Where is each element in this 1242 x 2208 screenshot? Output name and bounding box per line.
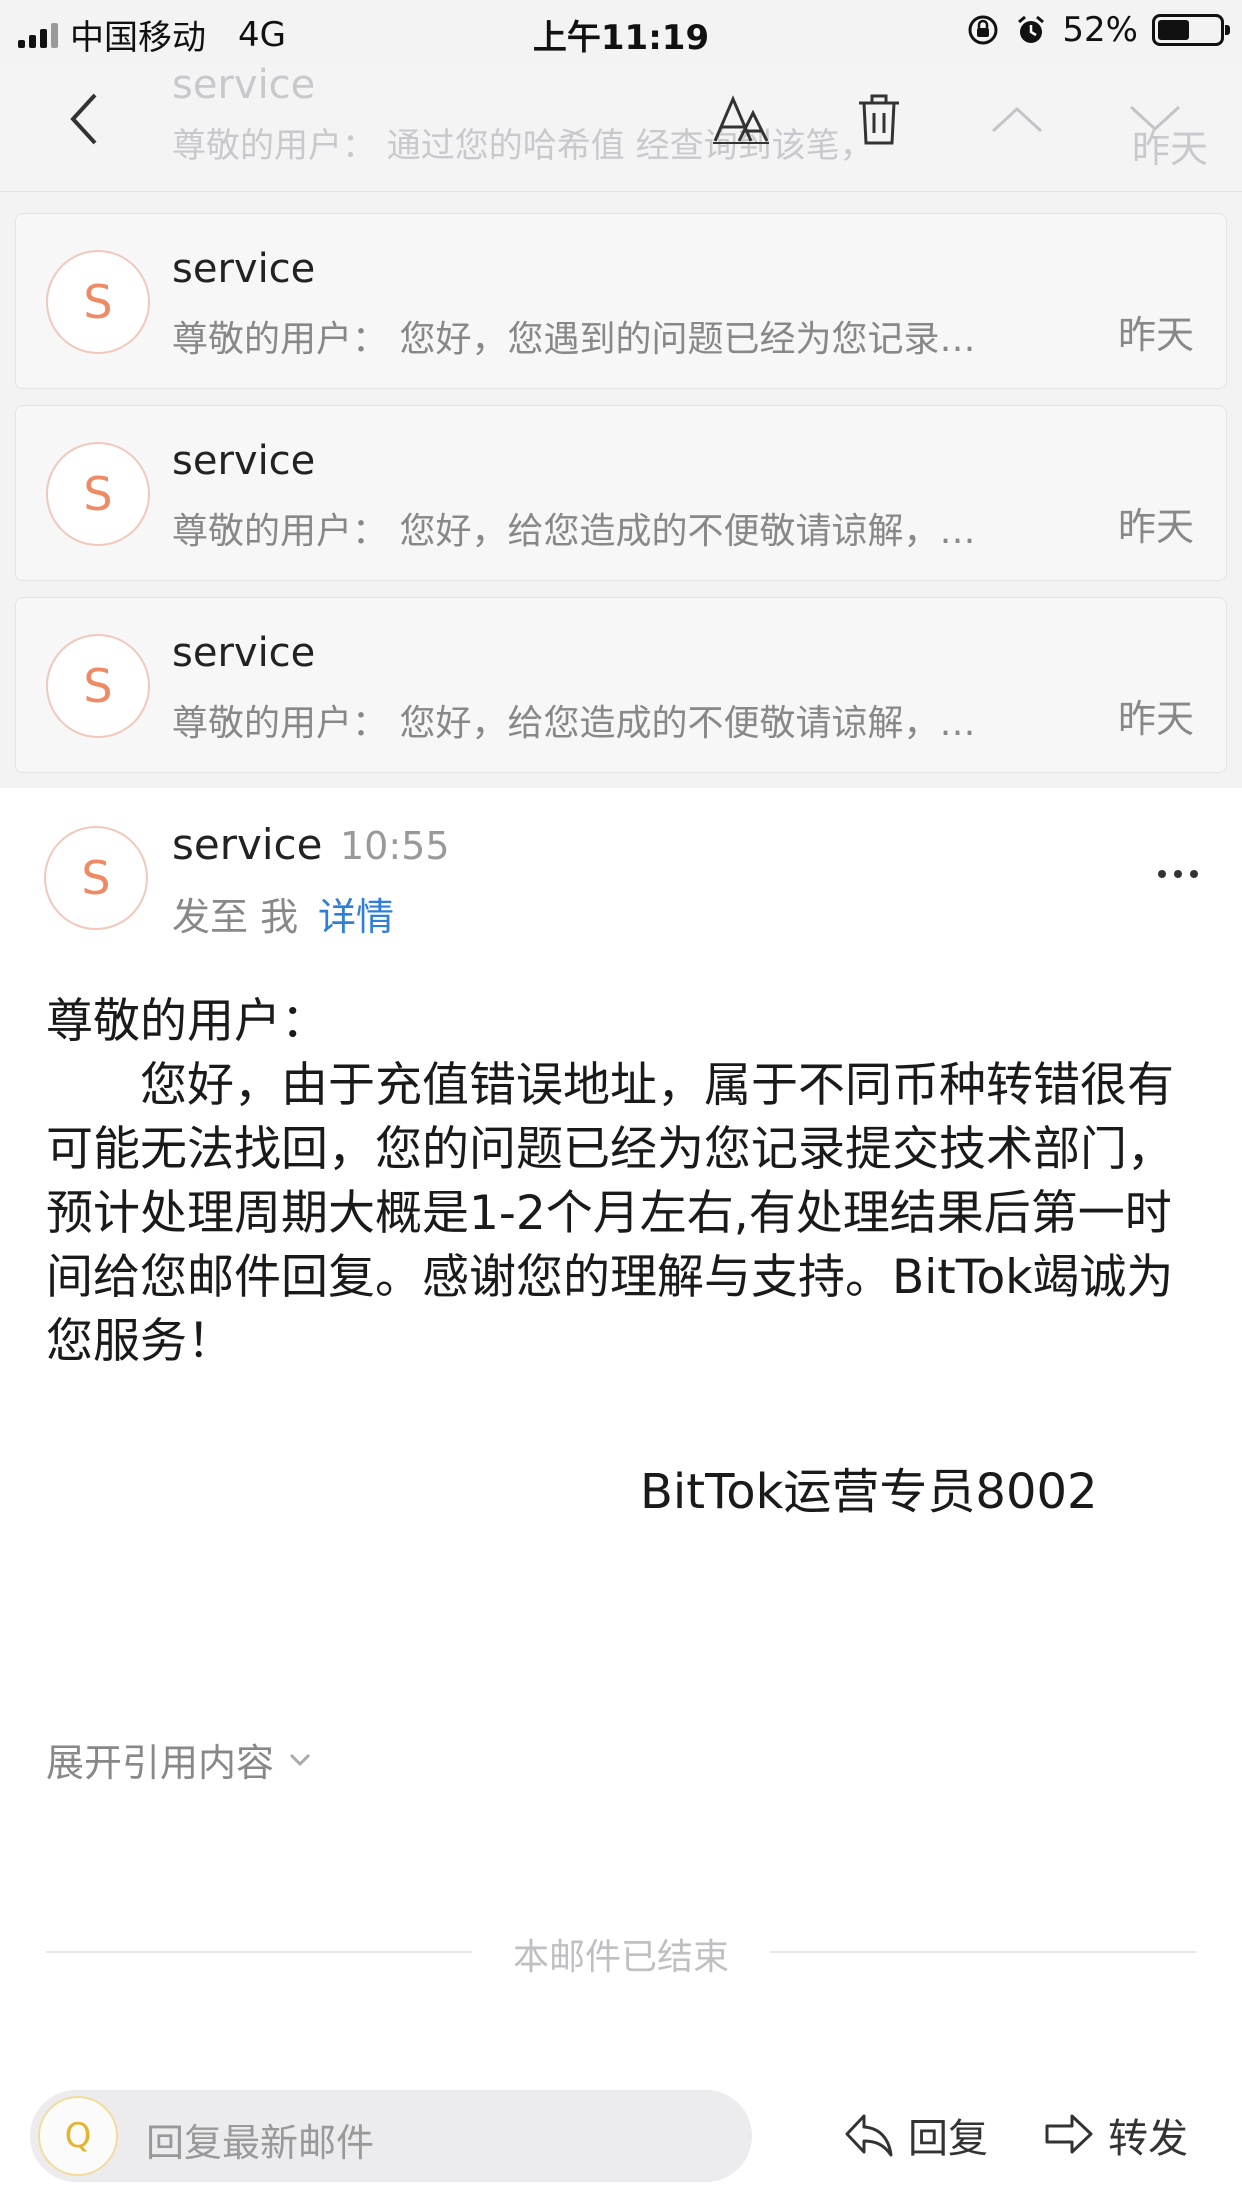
expand-quote-label: 展开引用内容 xyxy=(46,1741,275,1785)
battery-percent: 52% xyxy=(1062,10,1138,50)
forward-icon xyxy=(1045,2114,1093,2154)
avatar: S xyxy=(46,442,150,546)
battery-icon xyxy=(1152,14,1230,46)
alarm-icon xyxy=(1018,15,1045,43)
reply-label: 回复 xyxy=(908,2116,988,2162)
list-sender: service xyxy=(172,438,316,484)
font-size-icon xyxy=(713,95,769,144)
ghost-sender: service xyxy=(172,62,316,108)
forward-button[interactable]: 转发 xyxy=(1044,2106,1188,2164)
mail-greeting: 尊敬的用户： xyxy=(46,994,328,1049)
list-sender: service xyxy=(172,630,316,676)
previous-mail-button[interactable] xyxy=(982,84,1052,154)
avatar: S xyxy=(46,634,150,738)
reply-icon xyxy=(845,2114,893,2157)
back-icon xyxy=(70,93,97,145)
mail-list-item[interactable]: S service 尊敬的用户： 您好，您遇到的问题已经为您记录… 昨天 xyxy=(15,213,1227,389)
more-options-button[interactable] xyxy=(1158,870,1198,878)
orientation-lock-icon xyxy=(968,15,998,45)
user-avatar: Q xyxy=(38,2096,118,2176)
list-preview: 尊敬的用户： 您好，您遇到的问题已经为您记录… xyxy=(172,319,976,360)
list-time: 昨天 xyxy=(1117,697,1194,741)
quick-reply-input[interactable]: Q 回复最新邮件 xyxy=(30,2090,752,2182)
list-preview: 尊敬的用户： 您好，给您造成的不便敬请谅解，… xyxy=(172,703,976,744)
back-button[interactable] xyxy=(50,84,120,154)
status-bar: 中国移动 4G 上午11:19 52% xyxy=(0,0,1242,62)
chevron-up-icon xyxy=(991,106,1043,133)
more-icon xyxy=(1158,870,1166,878)
list-preview: 尊敬的用户： 您好，给您造成的不便敬请谅解，… xyxy=(172,511,976,552)
list-time: 昨天 xyxy=(1117,313,1194,357)
trash-icon xyxy=(859,94,899,145)
font-size-button[interactable] xyxy=(706,84,776,154)
mail-list-item[interactable]: S service 尊敬的用户： 您好，给您造成的不便敬请谅解，… 昨天 xyxy=(15,597,1227,773)
forward-label: 转发 xyxy=(1108,2116,1188,2162)
next-mail-button[interactable] xyxy=(1120,84,1190,154)
end-of-mail-notice: 本邮件已结束 xyxy=(512,1937,729,1978)
reply-placeholder: 回复最新邮件 xyxy=(146,2121,375,2165)
recipient-label: 发至 我 xyxy=(172,895,299,939)
list-sender: service xyxy=(172,246,316,292)
detail-sender[interactable]: service xyxy=(172,820,322,869)
chevron-down-icon xyxy=(289,1753,311,1766)
expand-quote-button[interactable]: 展开引用内容 xyxy=(46,1732,312,1787)
detail-time: 10:55 xyxy=(340,824,450,868)
list-time: 昨天 xyxy=(1117,505,1194,549)
sender-avatar[interactable]: S xyxy=(44,826,148,930)
details-link[interactable]: 详情 xyxy=(318,886,394,941)
mail-paragraph: 您好，由于充值错误地址，属于不同币种转错很有可能无法找回，您的问题已经为您记录提… xyxy=(46,1058,1174,1369)
delete-button[interactable] xyxy=(844,84,914,154)
avatar: S xyxy=(46,250,150,354)
reply-button[interactable]: 回复 xyxy=(844,2106,988,2164)
mail-list-item[interactable]: S service 尊敬的用户： 您好，给您造成的不便敬请谅解，… 昨天 xyxy=(15,405,1227,581)
mail-body: 尊敬的用户： 您好，由于充值错误地址，属于不同币种转错很有可能无法找回，您的问题… xyxy=(46,990,1206,1374)
mail-signature: BitTok运营专员8002 xyxy=(640,1464,1098,1520)
mail-toolbar: service 尊敬的用户： 通过您的哈希值 经查询到该笔， 昨天 xyxy=(0,62,1242,192)
chevron-down-icon xyxy=(1129,105,1181,132)
